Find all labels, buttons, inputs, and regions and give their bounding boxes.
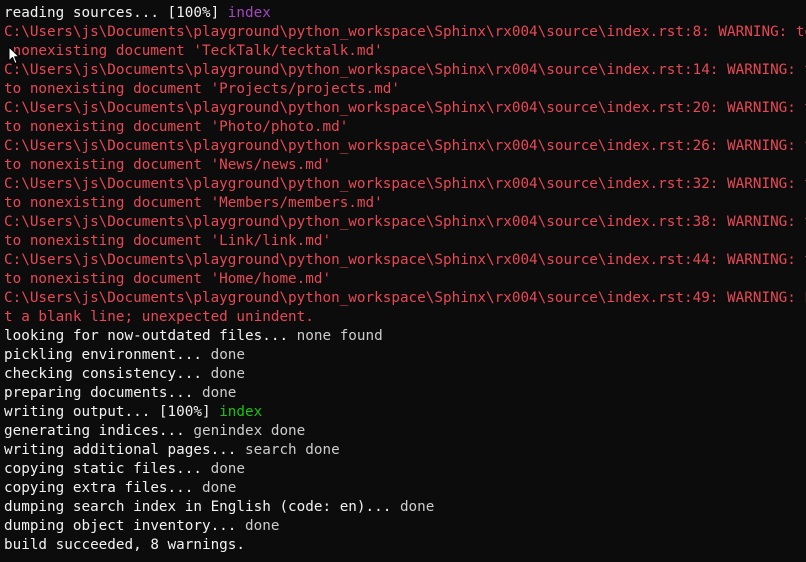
output-text: done <box>210 461 246 477</box>
output-text: reading sources... [100%] <box>4 5 228 21</box>
output-text: generating indices... <box>4 423 194 439</box>
terminal-output[interactable]: reading sources... [100%] index C:\Users\… <box>4 4 806 555</box>
terminal-line: writing additional pages... search done <box>4 441 806 460</box>
output-text: none found <box>296 328 383 344</box>
output-text: preparing documents... <box>4 385 202 401</box>
warning-text: to nonexisting document 'Photo/photo.md' <box>4 119 349 135</box>
output-text: copying static files... <box>4 461 211 477</box>
terminal-line: C:\Users\js\Documents\playground\python_… <box>4 61 806 80</box>
output-text: writing output... [100%] <box>4 404 220 420</box>
output-text: dumping object inventory... <box>4 518 246 534</box>
output-text: build succeeded, 8 warnings. <box>4 537 246 553</box>
output-text: done <box>245 518 280 534</box>
mouse-pointer-icon <box>8 46 20 64</box>
warning-text: to nonexisting document 'News/news.md' <box>4 157 332 173</box>
output-text: dumping search index in English (code: e… <box>4 499 400 515</box>
terminal-line: pickling environment... done <box>4 346 806 365</box>
warning-text: C:\Users\js\Documents\playground\python_… <box>4 290 806 306</box>
terminal-line: C:\Users\js\Documents\playground\python_… <box>4 289 806 308</box>
terminal-line: C:\Users\js\Documents\playground\python_… <box>4 23 806 42</box>
terminal-line: copying extra files... done <box>4 479 806 498</box>
warning-text: C:\Users\js\Documents\playground\python_… <box>4 214 806 230</box>
output-text: genindex done <box>193 423 306 439</box>
terminal-line: to nonexisting document 'News/news.md' <box>4 156 806 175</box>
terminal-line: writing output... [100%] index <box>4 403 806 422</box>
output-text: done <box>399 499 435 515</box>
warning-text: to nonexisting document 'Projects/projec… <box>4 81 400 97</box>
output-text: done <box>201 385 237 401</box>
warning-text: C:\Users\js\Documents\playground\python_… <box>4 176 806 192</box>
terminal-line: C:\Users\js\Documents\playground\python_… <box>4 251 806 270</box>
output-text: pickling environment... <box>4 347 211 363</box>
terminal-line: to nonexisting document 'Projects/projec… <box>4 80 806 99</box>
warning-text: nonexisting document 'TeckTalk/tecktalk.… <box>4 43 383 59</box>
terminal-line: C:\Users\js\Documents\playground\python_… <box>4 99 806 118</box>
terminal-line: build succeeded, 8 warnings. <box>4 536 806 555</box>
output-text: search done <box>245 442 340 458</box>
output-text: index <box>219 404 263 420</box>
terminal-line: dumping object inventory... done <box>4 517 806 536</box>
warning-text: C:\Users\js\Documents\playground\python_… <box>4 100 806 116</box>
terminal-line: to nonexisting document 'Members/members… <box>4 194 806 213</box>
terminal-line: C:\Users\js\Documents\playground\python_… <box>4 175 806 194</box>
terminal-line: to nonexisting document 'Link/link.md' <box>4 232 806 251</box>
terminal-line: generating indices... genindex done <box>4 422 806 441</box>
warning-text: C:\Users\js\Documents\playground\python_… <box>4 24 806 40</box>
warning-text: t a blank line; unexpected unindent. <box>4 309 314 325</box>
terminal-line: checking consistency... done <box>4 365 806 384</box>
warning-text: C:\Users\js\Documents\playground\python_… <box>4 138 806 154</box>
output-text: index <box>227 5 271 21</box>
warning-text: to nonexisting document 'Members/members… <box>4 195 383 211</box>
output-text: done <box>210 347 246 363</box>
terminal-line: nonexisting document 'TeckTalk/tecktalk.… <box>4 42 806 61</box>
terminal-line: looking for now-outdated files... none f… <box>4 327 806 346</box>
terminal-line: to nonexisting document 'Photo/photo.md' <box>4 118 806 137</box>
output-text: done <box>210 366 246 382</box>
output-text: writing additional pages... <box>4 442 246 458</box>
terminal-line: preparing documents... done <box>4 384 806 403</box>
terminal-line: copying static files... done <box>4 460 806 479</box>
warning-text: to nonexisting document 'Home/home.md' <box>4 271 332 287</box>
output-text: checking consistency... <box>4 366 211 382</box>
output-text: looking for now-outdated files... <box>4 328 297 344</box>
output-text: copying extra files... <box>4 480 202 496</box>
terminal-line: dumping search index in English (code: e… <box>4 498 806 517</box>
terminal-line: C:\Users\js\Documents\playground\python_… <box>4 137 806 156</box>
terminal-line: to nonexisting document 'Home/home.md' <box>4 270 806 289</box>
warning-text: C:\Users\js\Documents\playground\python_… <box>4 62 806 78</box>
warning-text: to nonexisting document 'Link/link.md' <box>4 233 332 249</box>
terminal-line: reading sources... [100%] index <box>4 4 806 23</box>
terminal-window[interactable]: reading sources... [100%] index C:\Users\… <box>0 0 806 562</box>
terminal-line: t a blank line; unexpected unindent. <box>4 308 806 327</box>
terminal-line: C:\Users\js\Documents\playground\python_… <box>4 213 806 232</box>
output-text: done <box>201 480 237 496</box>
warning-text: C:\Users\js\Documents\playground\python_… <box>4 252 806 268</box>
